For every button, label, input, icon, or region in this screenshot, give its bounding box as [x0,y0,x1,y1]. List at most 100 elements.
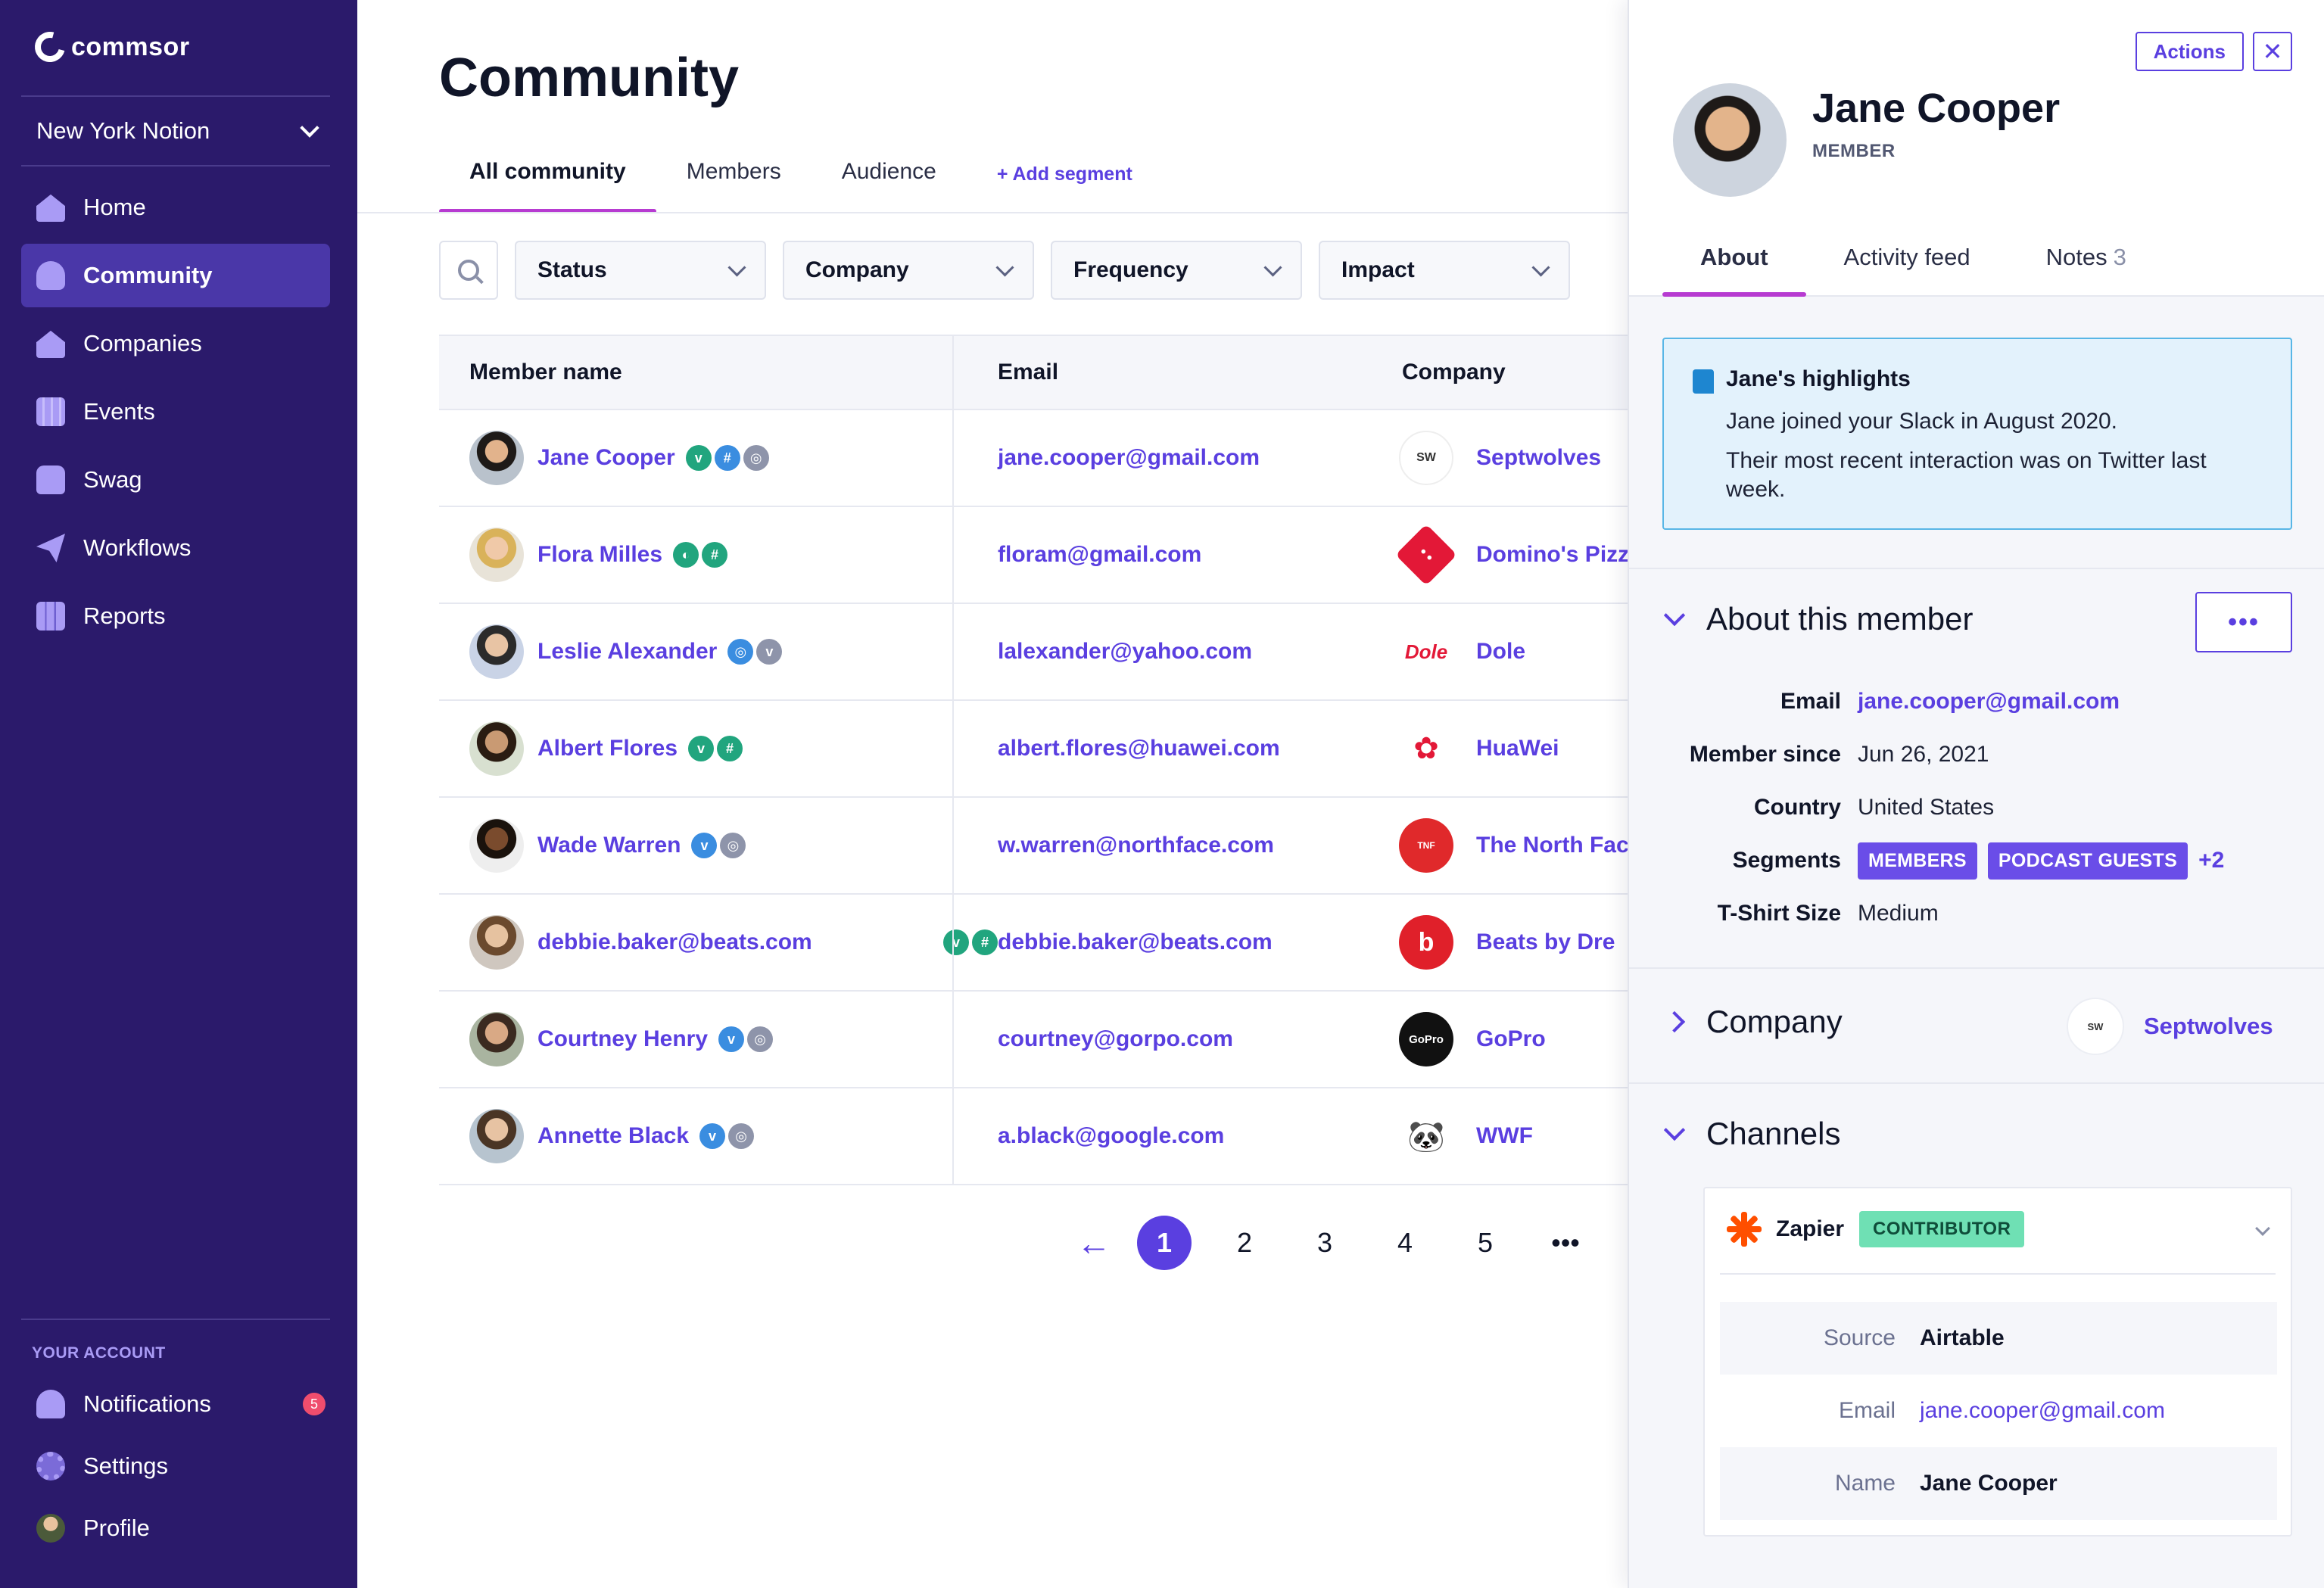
vine-icon: v [699,1123,726,1149]
column-divider [952,992,954,1087]
panel-tabs: About Activity feed Notes 3 [1662,227,2164,297]
company-link[interactable]: Septwolves [1476,445,1601,471]
search-button[interactable] [439,241,498,300]
more-segments-link[interactable]: +2 [2198,848,2224,873]
column-header-company[interactable]: Company [1402,360,1506,385]
impact-filter-dropdown[interactable]: Impact [1319,241,1570,300]
tab-activity-feed[interactable]: Activity feed [1806,227,2008,297]
column-header-email[interactable]: Email [998,360,1058,385]
sidebar-item-events[interactable]: Events [21,380,330,444]
sidebar-item-community[interactable]: Community [21,244,330,307]
close-icon[interactable]: ✕ [2253,32,2292,71]
sidebar: commsor New York Notion Home Community C… [0,0,357,1588]
company-link[interactable]: WWF [1476,1123,1533,1149]
field-value: Jun 26, 2021 [1858,742,1989,767]
company-link[interactable]: Domino's Pizz [1476,542,1629,568]
member-name-link[interactable]: Albert Flores v # [537,736,743,761]
table-row[interactable]: Albert Flores v # albert.flores@huawei.c… [439,701,1629,798]
member-name-link[interactable]: Wade Warren v ◎ [537,833,746,858]
chevron-down-icon[interactable] [2255,1221,2270,1236]
company-link[interactable]: The North Fac [1476,833,1629,858]
prev-page-arrow-icon[interactable]: ← [1076,1222,1111,1263]
member-name-link[interactable]: debbie.baker@beats.com [537,929,812,955]
filter-label: Impact [1341,257,1415,282]
company-link[interactable]: HuaWei [1476,736,1559,761]
member-email-link[interactable]: albert.flores@huawei.com [998,736,1280,761]
table-row[interactable]: Jane Cooper v # ◎ jane.cooper@gmail.com … [439,410,1629,507]
member-email-link[interactable]: w.warren@northface.com [998,833,1274,858]
avatar-icon [36,1514,65,1543]
segment-tag[interactable]: MEMBERS [1858,842,1977,880]
table-row[interactable]: Wade Warren v ◎ w.warren@northface.com T… [439,798,1629,895]
column-header-member-name[interactable]: Member name [469,360,622,385]
member-name-link[interactable]: Flora Milles ◐ # [537,542,728,568]
tab-audience[interactable]: Audience [812,148,967,213]
commsor-logo[interactable]: commsor [29,26,190,68]
tab-notes[interactable]: Notes 3 [2008,227,2164,297]
member-email-link[interactable]: a.black@google.com [998,1123,1224,1149]
workspace-switcher[interactable]: New York Notion [21,95,330,167]
column-divider [952,895,954,990]
company-link[interactable]: Beats by Dre [1476,929,1615,955]
member-email-link[interactable]: courtney@gorpo.com [998,1026,1233,1052]
table-row[interactable]: Flora Milles ◐ # floram@gmail.com ● ● Do… [439,507,1629,604]
table-row[interactable]: Annette Black v ◎ a.black@google.com 🐼 W… [439,1088,1629,1185]
page-button-3[interactable]: 3 [1298,1216,1352,1270]
email-link[interactable]: jane.cooper@gmail.com [1920,1398,2165,1424]
member-email-link[interactable]: floram@gmail.com [998,542,1201,568]
sidebar-item-reports[interactable]: Reports [21,584,330,648]
tab-all-community[interactable]: All community [439,148,656,213]
sidebar-item-companies[interactable]: Companies [21,312,330,375]
page-button-2[interactable]: 2 [1217,1216,1272,1270]
add-segment-link[interactable]: + Add segment [967,148,1163,213]
table-row[interactable]: Courtney Henry v ◎ courtney@gorpo.com Go… [439,992,1629,1088]
avatar [469,721,524,776]
chevron-down-icon [1531,257,1550,277]
about-section-toggle[interactable]: About this member [1662,601,1974,637]
segment-tabs: All community Members Audience + Add seg… [439,148,1163,213]
status-filter-dropdown[interactable]: Status [515,241,766,300]
member-name-link[interactable]: Jane Cooper v # ◎ [537,445,769,471]
more-options-button[interactable]: ••• [2195,592,2292,652]
home-icon [36,194,65,222]
frequency-filter-dropdown[interactable]: Frequency [1051,241,1302,300]
sidebar-item-profile[interactable]: Profile [21,1497,330,1559]
sidebar-item-notifications[interactable]: Notifications 5 [21,1373,330,1435]
sidebar-item-workflows[interactable]: Workflows [21,516,330,580]
company-link[interactable]: Septwolves [2144,1013,2273,1040]
field-value: Jane Cooper [1920,1471,2058,1496]
segment-tag[interactable]: PODCAST GUESTS [1987,842,2188,880]
company-section-toggle[interactable]: Company [1662,1004,1843,1040]
table-row[interactable]: Leslie Alexander ◎ v lalexander@yahoo.co… [439,604,1629,701]
channel-icons: v # ◎ [685,445,769,471]
actions-button[interactable]: Actions [2135,32,2244,71]
field-label: Email [1780,689,1841,714]
slack-icon: # [717,736,743,761]
sidebar-item-settings[interactable]: Settings [21,1435,330,1497]
github-icon: ◎ [728,1123,755,1149]
page-button-1[interactable]: 1 [1137,1216,1192,1270]
tab-members[interactable]: Members [656,148,812,213]
channels-section-toggle[interactable]: Channels [1662,1116,1840,1152]
email-link[interactable]: jane.cooper@gmail.com [1858,689,2120,715]
member-email-link[interactable]: jane.cooper@gmail.com [998,445,1260,471]
member-name-link[interactable]: Annette Black v ◎ [537,1123,755,1149]
people-icon [36,261,65,290]
avatar [469,1012,524,1066]
company-filter-dropdown[interactable]: Company [783,241,1034,300]
member-email-link[interactable]: debbie.baker@beats.com [998,929,1273,955]
tabs-divider [357,212,1629,213]
table-row[interactable]: debbie.baker@beats.com v # debbie.baker@… [439,895,1629,992]
sidebar-item-home[interactable]: Home [21,176,330,239]
company-link[interactable]: Dole [1476,639,1525,665]
tab-about[interactable]: About [1662,227,1806,297]
sidebar-item-swag[interactable]: Swag [21,448,330,512]
member-name: Flora Milles [537,542,663,567]
member-name-link[interactable]: Leslie Alexander ◎ v [537,639,783,665]
page-button-5[interactable]: 5 [1458,1216,1512,1270]
member-email-link[interactable]: lalexander@yahoo.com [998,639,1252,665]
member-name-link[interactable]: Courtney Henry v ◎ [537,1026,774,1052]
company-link[interactable]: GoPro [1476,1026,1546,1052]
channel-header[interactable]: Zapier CONTRIBUTOR [1726,1211,2025,1247]
page-button-4[interactable]: 4 [1378,1216,1432,1270]
